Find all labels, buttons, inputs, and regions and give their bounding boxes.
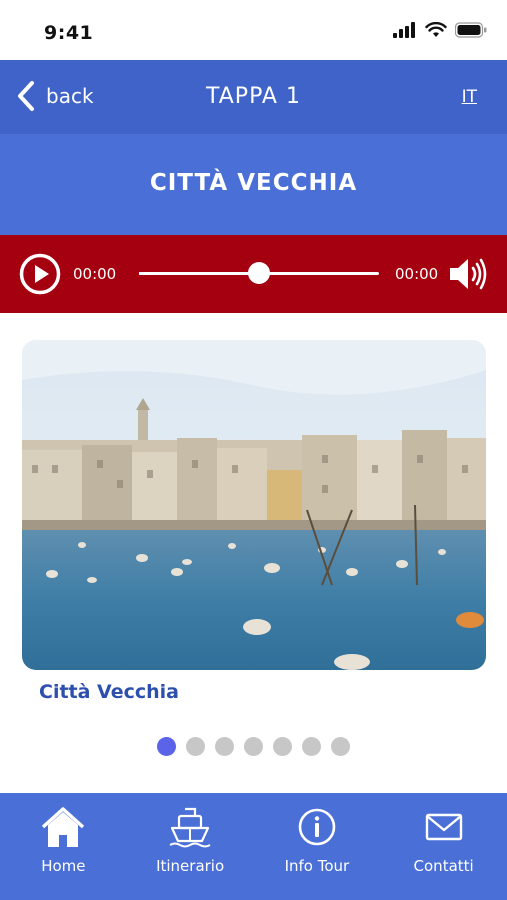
tab-itinerario[interactable]: Itinerario: [127, 793, 254, 900]
progress-fill: [139, 272, 259, 275]
page-dot[interactable]: [186, 737, 205, 756]
play-button[interactable]: [19, 253, 61, 295]
mail-icon: [425, 813, 462, 841]
home-icon: [42, 807, 85, 847]
battery-icon: [455, 22, 487, 38]
stop-title: CITTÀ VECCHIA: [149, 170, 358, 196]
photo-caption: Città Vecchia: [39, 681, 179, 703]
page-dot[interactable]: [157, 737, 176, 756]
audio-player: 00:00 00:00: [0, 235, 507, 313]
progress-thumb[interactable]: [248, 262, 270, 284]
status-time: 9:41: [44, 22, 94, 44]
page-dot[interactable]: [244, 737, 263, 756]
page-dot[interactable]: [273, 737, 292, 756]
tab-home[interactable]: Home: [0, 793, 127, 900]
tab-contatti[interactable]: Contatti: [380, 793, 507, 900]
wifi-icon: [425, 22, 447, 37]
signal-icon: [393, 22, 415, 38]
current-time: 00:00: [73, 265, 117, 283]
stop-banner: CITTÀ VECCHIA: [0, 134, 507, 235]
page-dot[interactable]: [215, 737, 234, 756]
ship-icon: [169, 807, 211, 848]
info-icon: [298, 808, 336, 846]
navbar: back TAPPA 1 IT: [0, 60, 507, 134]
stop-photo[interactable]: [22, 340, 486, 670]
gallery-pagination: [157, 737, 350, 756]
tab-contatti-label: Contatti: [413, 857, 474, 875]
status-bar: 9:41: [0, 0, 507, 60]
language-switch[interactable]: IT: [462, 87, 477, 107]
total-time: 00:00: [395, 265, 439, 283]
tab-info-tour-label: Info Tour: [284, 857, 350, 875]
page-dot[interactable]: [331, 737, 350, 756]
tab-home-label: Home: [41, 857, 86, 875]
page-title: TAPPA 1: [206, 84, 301, 109]
page-dot[interactable]: [302, 737, 321, 756]
tab-info-tour[interactable]: Info Tour: [254, 793, 381, 900]
status-icons: [393, 22, 487, 38]
tab-bar: Home Itinerario Info Tour Contatti: [0, 793, 507, 900]
progress-slider[interactable]: [139, 262, 379, 284]
volume-icon[interactable]: [448, 256, 490, 292]
tab-itinerario-label: Itinerario: [156, 857, 225, 875]
